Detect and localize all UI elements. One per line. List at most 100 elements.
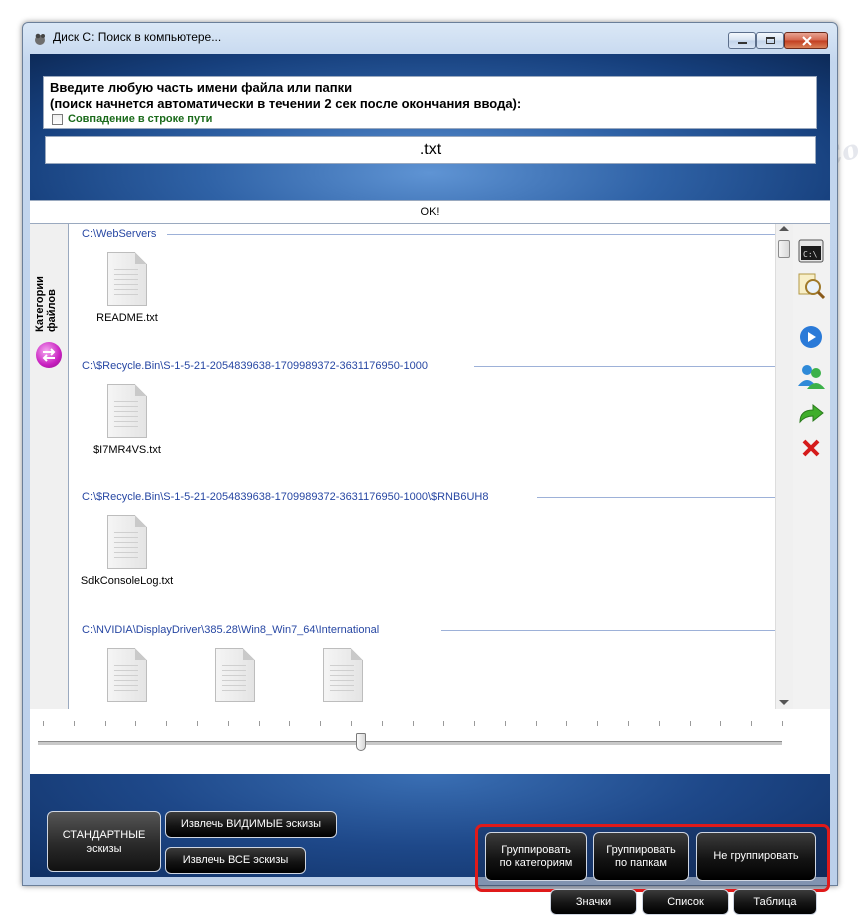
standard-thumbnails-line1: СТАНДАРТНЫЕ [62, 829, 146, 841]
path-match-label[interactable]: Совпадение в строке пути [68, 113, 212, 125]
file-item[interactable]: SdkConsoleLog.txt [77, 515, 177, 587]
group-by-category-line1: Группировать [501, 844, 571, 856]
categories-label[interactable]: Категории файлов [34, 232, 64, 332]
standard-thumbnails-button[interactable]: СТАНДАРТНЫЕ эскизы [47, 811, 161, 872]
group-header[interactable]: C:\NVIDIA\DisplayDriver\385.28\Win8_Win7… [82, 624, 379, 636]
file-name: SdkConsoleLog.txt [80, 575, 174, 587]
categories-panel: Категории файлов [30, 224, 69, 709]
slider-tick [412, 721, 414, 726]
slider-tick [196, 721, 198, 726]
scroll-down-arrow-icon[interactable] [779, 700, 789, 705]
tools-panel: C:\ [793, 224, 830, 709]
instruction-line-1: Введите любую часть имени файла или папк… [50, 80, 353, 95]
group-divider [167, 234, 787, 235]
slider-tick [474, 721, 476, 726]
file-item[interactable] [185, 648, 285, 708]
text-file-icon [323, 648, 363, 702]
categories-toggle-button[interactable] [36, 342, 62, 368]
search-instructions: Введите любую часть имени файла или папк… [43, 76, 817, 129]
group-by-folder-button[interactable]: Группировать по папкам [593, 832, 689, 881]
file-item[interactable]: $I7MR4VS.txt [77, 384, 177, 456]
group-by-folder-line2: по папкам [615, 857, 667, 869]
file-item[interactable]: README.txt [77, 252, 177, 324]
text-file-icon [107, 252, 147, 306]
slider-tick [658, 721, 660, 726]
instruction-line-2: (поиск начнется автоматически в течении … [50, 96, 522, 111]
svg-text:C:\: C:\ [803, 250, 818, 259]
thumbnail-size-slider[interactable] [30, 709, 830, 774]
close-icon [802, 36, 812, 46]
group-by-folder-line1: Группировать [606, 844, 676, 856]
delete-icon[interactable] [801, 438, 821, 458]
file-name: README.txt [96, 312, 158, 324]
slider-tick [381, 721, 383, 726]
scroll-thumb[interactable] [778, 240, 790, 258]
view-list-button[interactable]: Список [642, 889, 729, 915]
app-icon [35, 33, 45, 45]
slider-tick [289, 721, 291, 726]
extract-all-button[interactable]: Извлечь ВСЕ эскизы [165, 847, 306, 874]
no-grouping-button[interactable]: Не группировать [696, 832, 816, 881]
minimize-button[interactable] [728, 32, 756, 49]
minimize-icon [738, 42, 747, 44]
view-table-button[interactable]: Таблица [733, 889, 817, 915]
close-button[interactable] [784, 32, 828, 49]
slider-tick [535, 721, 537, 726]
group-header[interactable]: C:\$Recycle.Bin\S-1-5-21-2054839638-1709… [82, 360, 428, 372]
slider-tick [104, 721, 106, 726]
group-divider [441, 630, 787, 631]
slider-track[interactable] [38, 741, 782, 745]
slider-tick [504, 721, 506, 726]
maximize-button[interactable] [756, 32, 784, 49]
search-panel: Введите любую часть имени файла или папк… [30, 54, 830, 224]
slider-tick [689, 721, 691, 726]
group-header[interactable]: C:\WebServers [82, 228, 156, 240]
slider-tick [320, 721, 322, 726]
vertical-scrollbar[interactable] [775, 224, 793, 709]
view-icons-button[interactable]: Значки [550, 889, 637, 915]
file-item[interactable] [77, 648, 177, 708]
slider-tick [73, 721, 75, 726]
extract-visible-button[interactable]: Извлечь ВИДИМЫЕ эскизы [165, 811, 337, 838]
scroll-up-arrow-icon[interactable] [779, 226, 789, 231]
file-item[interactable] [293, 648, 393, 708]
text-file-icon [215, 648, 255, 702]
standard-thumbnails-line2: эскизы [86, 843, 122, 855]
status-bar: OK! [30, 200, 830, 224]
forward-arrow-icon[interactable] [797, 402, 825, 426]
slider-tick [43, 721, 44, 726]
text-file-icon [107, 384, 147, 438]
group-by-category-button[interactable]: Группировать по категориям [485, 832, 587, 881]
slider-tick [166, 721, 168, 726]
maximize-icon [766, 37, 775, 44]
swap-arrows-icon [42, 348, 56, 362]
search-input[interactable]: .txt [45, 136, 816, 164]
group-divider [474, 366, 787, 367]
text-file-icon [107, 515, 147, 569]
slider-tick [350, 721, 352, 726]
play-icon[interactable] [798, 324, 824, 350]
file-results-list[interactable]: C:\WebServers README.txt C:\$Recycle.Bin… [69, 224, 794, 709]
text-file-icon [107, 648, 147, 702]
file-name: $I7MR4VS.txt [93, 444, 161, 456]
slider-tick [227, 721, 229, 726]
title-bar[interactable]: Диск C: Поиск в компьютере... [23, 23, 837, 53]
group-header[interactable]: C:\$Recycle.Bin\S-1-5-21-2054839638-1709… [82, 491, 488, 503]
magnifier-document-icon[interactable] [797, 272, 825, 300]
slider-tick [597, 721, 599, 726]
users-icon[interactable] [796, 362, 826, 390]
slider-tick [720, 721, 722, 726]
slider-tick [443, 721, 445, 726]
client-area: Введите любую часть имени файла или папк… [30, 54, 830, 915]
path-match-checkbox[interactable] [52, 114, 63, 125]
window-title: Диск C: Поиск в компьютере... [53, 30, 222, 44]
slider-tick [258, 721, 260, 726]
console-icon[interactable]: C:\ [798, 238, 824, 264]
slider-tick [628, 721, 630, 726]
group-by-category-line2: по категориям [499, 857, 573, 869]
group-divider [537, 497, 787, 498]
slider-tick [566, 721, 568, 726]
slider-thumb[interactable] [355, 733, 366, 751]
slider-tick [782, 721, 783, 726]
results-area: Категории файлов C:\WebServers README.tx… [30, 224, 830, 774]
